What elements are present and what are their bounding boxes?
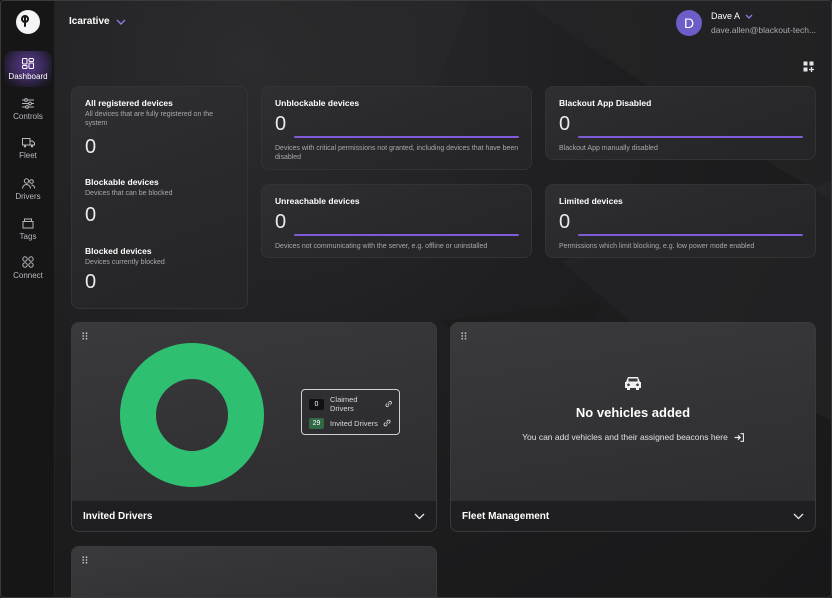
legend-label: Claimed Drivers xyxy=(330,395,358,413)
organization-name: Icarative xyxy=(69,16,110,27)
sidebar-item-label: Drivers xyxy=(15,191,41,201)
metric-value: 0 xyxy=(559,113,571,135)
metric-description: Devices not communicating with the serve… xyxy=(275,243,488,250)
metric-description: Permissions which limit blocking, e.g. l… xyxy=(559,243,755,250)
metric-description: Devices with critical permissions not gr… xyxy=(275,145,519,161)
stat-subtitle: Devices currently blocked xyxy=(85,259,165,266)
metric-title: Blackout App Disabled xyxy=(559,98,652,108)
metric-title: Unblockable devices xyxy=(275,98,360,108)
avatar[interactable]: D xyxy=(676,10,702,36)
stat-title: Blocked devices xyxy=(85,246,152,256)
drag-handle-icon[interactable] xyxy=(82,332,88,340)
legend-count: 29 xyxy=(309,417,324,429)
link-icon[interactable] xyxy=(385,400,392,408)
dashboard-icon xyxy=(22,57,34,69)
user-name-row: Dave A xyxy=(711,11,819,21)
chevron-down-icon[interactable] xyxy=(793,513,804,520)
chevron-down-icon[interactable] xyxy=(745,14,753,19)
metric-underline xyxy=(294,136,519,138)
user-email: dave.allen@blackout-tech... xyxy=(711,25,817,35)
panel-title: Invited Drivers xyxy=(83,510,153,522)
drag-handle-icon[interactable] xyxy=(461,332,467,340)
user-info: Dave A dave.allen@blackout-tech... xyxy=(711,11,819,35)
empty-state: No vehicles added You can add vehicles a… xyxy=(451,375,815,445)
metric-underline xyxy=(578,234,803,236)
sidebar-item-label: Fleet xyxy=(19,151,37,160)
widget-panel-partial xyxy=(71,546,437,597)
metric-description: Blackout App manually disabled xyxy=(559,145,658,152)
user-name: Dave A xyxy=(711,11,741,21)
sidebar-item-tags[interactable]: Tags xyxy=(4,211,52,247)
metric-card-app-disabled: Blackout App Disabled 0 Blackout App man… xyxy=(545,86,816,160)
stat-blocked: Blocked devices Devices currently blocke… xyxy=(85,246,234,294)
stat-subtitle: All devices that are fully registered on… xyxy=(85,111,214,127)
sidebar-item-label: Controls xyxy=(13,111,43,121)
metric-value: 0 xyxy=(275,113,287,135)
sidebar-item-label: Tags xyxy=(19,231,37,241)
fleet-management-panel: No vehicles added You can add vehicles a… xyxy=(450,322,816,532)
invited-drivers-donut-chart xyxy=(119,343,264,487)
metric-card-unreachable: Unreachable devices 0 Devices not commun… xyxy=(261,184,532,258)
empty-state-title: No vehicles added xyxy=(575,405,691,420)
stat-subtitle: Devices that can be blocked xyxy=(85,190,173,197)
organization-selector[interactable]: Icarative xyxy=(69,16,126,27)
metric-value: 0 xyxy=(559,211,571,233)
donut-slice-invited-drivers[interactable] xyxy=(119,343,264,487)
stat-title: All registered devices xyxy=(85,98,173,108)
stat-blockable: Blockable devices Devices that can be bl… xyxy=(85,177,234,227)
add-widget-icon[interactable] xyxy=(803,60,815,72)
tag-icon xyxy=(22,218,34,228)
app-window: Dashboard Controls Fleet Drivers Tags Co… xyxy=(0,0,832,598)
metric-value: 0 xyxy=(275,211,287,233)
panel-footer[interactable]: Fleet Management xyxy=(451,501,815,531)
legend-label: Invited Drivers xyxy=(330,418,378,428)
sidebar: Dashboard Controls Fleet Drivers Tags Co… xyxy=(1,1,55,597)
sidebar-item-connect[interactable]: Connect xyxy=(4,250,52,286)
device-summary-card: All registered devices All devices that … xyxy=(71,86,248,309)
metric-card-limited: Limited devices 0 Permissions which limi… xyxy=(545,184,816,258)
sidebar-item-drivers[interactable]: Drivers xyxy=(4,171,52,207)
empty-state-link[interactable]: You can add vehicles and their assigned … xyxy=(522,432,744,442)
car-icon xyxy=(625,377,641,390)
stat-value: 0 xyxy=(85,136,97,158)
link-icon[interactable] xyxy=(383,419,391,427)
truck-icon xyxy=(21,138,35,148)
sidebar-item-dashboard[interactable]: Dashboard xyxy=(4,51,52,87)
metric-underline xyxy=(294,234,519,236)
chart-legend: 0 Claimed Drivers 29 Invited Drivers xyxy=(301,389,400,435)
drag-handle-icon[interactable] xyxy=(82,556,88,564)
users-icon xyxy=(21,177,35,189)
stat-value: 0 xyxy=(85,204,97,226)
blackout-logo[interactable] xyxy=(16,10,40,34)
stat-title: Blockable devices xyxy=(85,177,159,187)
metric-title: Limited devices xyxy=(559,196,623,206)
chevron-down-icon[interactable] xyxy=(414,513,425,520)
empty-state-subtitle: You can add vehicles and their assigned … xyxy=(522,432,728,442)
sidebar-item-fleet[interactable]: Fleet xyxy=(4,131,52,167)
panel-footer[interactable]: Invited Drivers xyxy=(72,501,436,531)
stat-all-registered: All registered devices All devices that … xyxy=(85,98,234,159)
connect-icon xyxy=(22,256,34,268)
legend-count: 0 xyxy=(309,398,324,410)
invited-drivers-panel: 0 Claimed Drivers 29 Invited Drivers Inv… xyxy=(71,322,437,532)
metric-title: Unreachable devices xyxy=(275,196,360,206)
user-menu[interactable]: D Dave A dave.allen@blackout-tech... xyxy=(676,10,819,36)
stat-value: 0 xyxy=(85,271,97,293)
metric-card-unblockable: Unblockable devices 0 Devices with criti… xyxy=(261,86,532,170)
metric-underline xyxy=(578,136,803,138)
legend-item-invited: 29 Invited Drivers xyxy=(309,415,392,431)
sliders-icon xyxy=(22,97,34,109)
sign-in-arrow-icon xyxy=(734,432,744,442)
sidebar-item-controls[interactable]: Controls xyxy=(4,91,52,127)
sidebar-item-label: Dashboard xyxy=(8,71,48,81)
legend-item-claimed: 0 Claimed Drivers xyxy=(309,395,392,413)
chevron-down-icon xyxy=(116,19,126,25)
sidebar-item-label: Connect xyxy=(13,271,43,280)
panel-title: Fleet Management xyxy=(462,510,550,522)
